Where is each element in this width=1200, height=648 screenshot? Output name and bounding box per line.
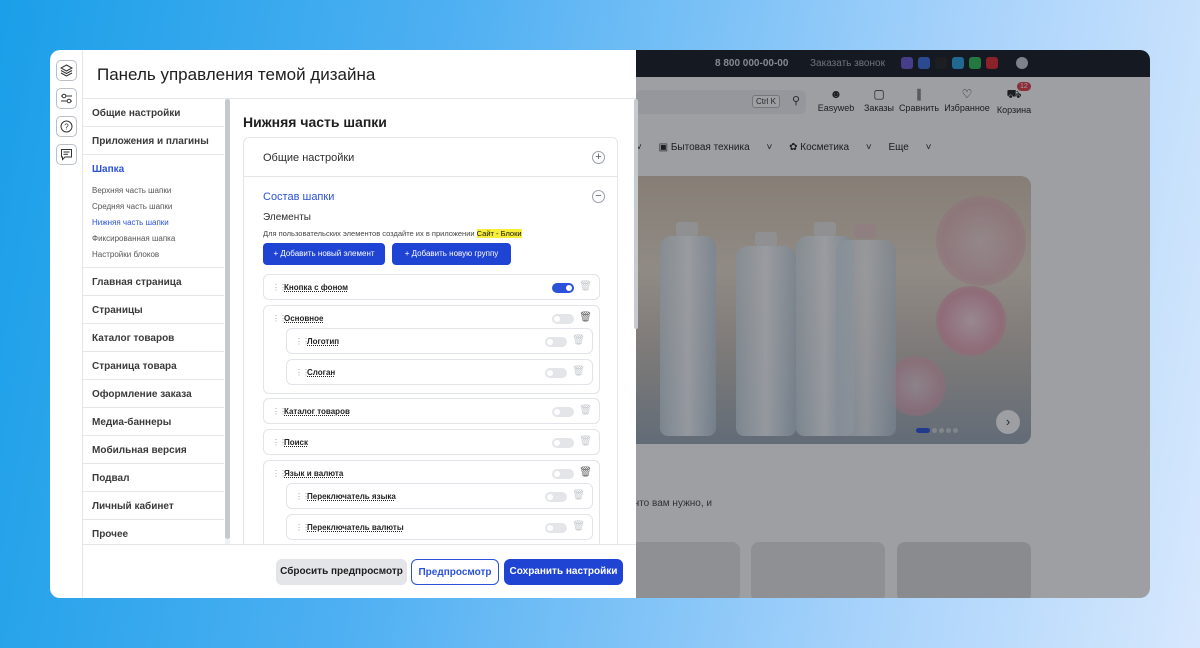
trash-icon[interactable]: 🗑 [579, 405, 592, 416]
element-toggle[interactable] [552, 407, 574, 417]
hint-text: Для пользовательских элементов создайте … [263, 229, 477, 238]
trash-icon[interactable]: 🗑 [572, 366, 585, 377]
svg-text:?: ? [64, 123, 69, 132]
panel-title: Панель управления темой дизайна [97, 65, 376, 84]
accordion-label: Общие настройки [263, 152, 355, 164]
list-item[interactable]: ⋮⋮ Кнопка с фоном 🗑 [263, 274, 600, 300]
elements-hint: Для пользовательских элементов создайте … [263, 229, 522, 238]
list-item[interactable]: ⋮⋮ Каталог товаров 🗑 [263, 398, 600, 424]
content-scrollbar[interactable] [634, 99, 638, 329]
chat-icon[interactable] [56, 144, 77, 165]
sidebar-subitem-top-header[interactable]: Верхняя часть шапки [83, 183, 224, 199]
group-item: ⋮⋮ Язык и валюта 🗑 ⋮⋮ Переключатель язык… [263, 460, 600, 544]
trash-icon[interactable]: 🗑 [572, 335, 585, 346]
sidebar-item-checkout[interactable]: Оформление заказа [83, 380, 224, 408]
element-label[interactable]: Логотип [307, 337, 339, 346]
accordion-general-settings[interactable]: Общие настройки + [243, 137, 618, 177]
sidebar-item-apps[interactable]: Приложения и плагины [83, 127, 224, 155]
element-label[interactable]: Кнопка с фоном [284, 283, 348, 292]
element-label[interactable]: Язык и валюта [284, 469, 343, 478]
list-item[interactable]: ⋮⋮ Слоган 🗑 [286, 359, 593, 385]
sidebar-scrollbar-thumb[interactable] [225, 99, 230, 539]
settings-sidebar: Общие настройки Приложения и плагины Шап… [83, 99, 224, 544]
trash-icon[interactable]: 🗑 [572, 521, 585, 532]
sidebar-subitem-middle-header[interactable]: Средняя часть шапки [83, 199, 224, 215]
sidebar-item-header[interactable]: Шапка [83, 155, 224, 183]
section-title: Нижняя часть шапки [243, 114, 387, 130]
sidebar-item-media-banners[interactable]: Медиа-баннеры [83, 408, 224, 436]
element-toggle[interactable] [552, 314, 574, 324]
reset-preview-button[interactable]: Сбросить предпросмотр [276, 559, 407, 585]
element-toggle[interactable] [552, 438, 574, 448]
panel-footer: Сбросить предпросмотр Предпросмотр Сохра… [83, 544, 636, 598]
add-element-button[interactable]: + Добавить новый элемент [263, 243, 385, 265]
trash-icon[interactable]: 🗑 [579, 312, 592, 323]
element-toggle[interactable] [545, 523, 567, 533]
element-label[interactable]: Каталог товаров [284, 407, 350, 416]
element-label[interactable]: Поиск [284, 438, 308, 447]
trash-icon[interactable]: 🗑 [579, 281, 592, 292]
sidebar-item-catalog[interactable]: Каталог товаров [83, 324, 224, 352]
expand-plus-icon[interactable]: + [592, 151, 605, 164]
sidebar-item-product-page[interactable]: Страница товара [83, 352, 224, 380]
icon-rail: ? [50, 50, 83, 598]
preview-button[interactable]: Предпросмотр [411, 559, 499, 585]
trash-icon[interactable]: 🗑 [579, 467, 592, 478]
layers-icon[interactable] [56, 60, 77, 81]
element-label[interactable]: Слоган [307, 368, 335, 377]
accordion-header-composition: Состав шапки − Элементы Для пользователь… [243, 177, 618, 544]
list-item[interactable]: ⋮⋮ Поиск 🗑 [263, 429, 600, 455]
save-settings-button[interactable]: Сохранить настройки [504, 559, 623, 585]
sidebar-item-footer[interactable]: Подвал [83, 464, 224, 492]
add-group-button[interactable]: + Добавить новую группу [392, 243, 511, 265]
sidebar-item-home[interactable]: Главная страница [83, 268, 224, 296]
accordion-label[interactable]: Состав шапки [263, 191, 334, 203]
sidebar-item-pages[interactable]: Страницы [83, 296, 224, 324]
settings-content: Нижняя часть шапки Общие настройки + Сос… [243, 99, 628, 544]
sidebar-item-general[interactable]: Общие настройки [83, 99, 224, 127]
list-item[interactable]: ⋮⋮ Переключатель языка 🗑 [286, 483, 593, 509]
element-toggle[interactable] [552, 469, 574, 479]
element-label[interactable]: Переключатель языка [307, 492, 396, 501]
element-label[interactable]: Переключатель валюты [307, 523, 404, 532]
list-item[interactable]: ⋮⋮ Логотип 🗑 [286, 328, 593, 354]
sliders-icon[interactable] [56, 88, 77, 109]
element-label[interactable]: Основное [284, 314, 323, 323]
element-toggle[interactable] [545, 368, 567, 378]
element-toggle[interactable] [545, 337, 567, 347]
trash-icon[interactable]: 🗑 [572, 490, 585, 501]
element-toggle[interactable] [545, 492, 567, 502]
sidebar-item-account[interactable]: Личный кабинет [83, 492, 224, 520]
help-icon[interactable]: ? [56, 116, 77, 137]
sidebar-item-mobile[interactable]: Мобильная версия [83, 436, 224, 464]
theme-control-panel: Панель управления темой дизайна Общие на… [83, 50, 638, 598]
list-item[interactable]: ⋮⋮ Переключатель валюты 🗑 [286, 514, 593, 540]
sidebar-header-subitems: Верхняя часть шапки Средняя часть шапки … [83, 183, 224, 268]
sidebar-subitem-fixed-header[interactable]: Фиксированная шапка [83, 231, 224, 247]
sidebar-subitem-block-settings[interactable]: Настройки блоков [83, 247, 224, 263]
hint-app-link[interactable]: Сайт - Блоки [476, 229, 522, 238]
collapse-minus-icon[interactable]: − [592, 190, 605, 203]
sidebar-subitem-bottom-header[interactable]: Нижняя часть шапки [83, 215, 224, 231]
sidebar-item-other[interactable]: Прочее [83, 520, 224, 544]
elements-heading: Элементы [263, 212, 311, 223]
app-window: 8 800 000-00-00 Заказать звонок Ctrl K ⚲… [50, 50, 1150, 598]
element-toggle[interactable] [552, 283, 574, 293]
group-item: ⋮⋮ Основное 🗑 ⋮⋮ Логотип 🗑 ⋮⋮ Слоган 🗑 [263, 305, 600, 394]
trash-icon[interactable]: 🗑 [579, 436, 592, 447]
